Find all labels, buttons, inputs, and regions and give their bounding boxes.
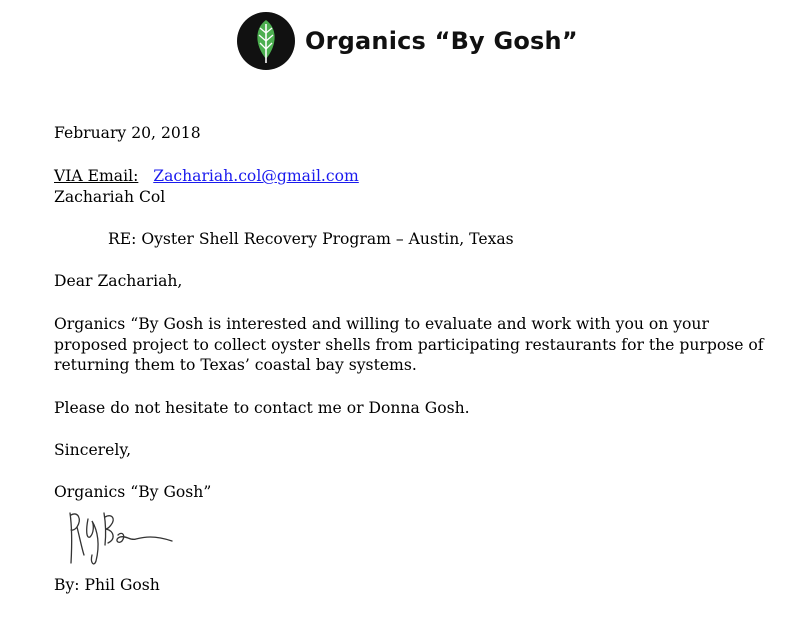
company-signoff: Organics “By Gosh”: [54, 483, 212, 501]
via-email-line: VIA Email: Zachariah.col@gmail.com: [54, 166, 359, 186]
email-link[interactable]: Zachariah.col@gmail.com: [153, 167, 359, 185]
contact-line: Please do not hesitate to contact me or …: [54, 399, 470, 417]
recipient-name: Zachariah Col: [54, 188, 166, 206]
letter-page: Organics “By Gosh” February 20, 2018 VIA…: [0, 0, 806, 618]
letterhead: Organics “By Gosh”: [236, 11, 578, 71]
company-name: Organics “By Gosh”: [305, 27, 578, 55]
salutation: Dear Zachariah,: [54, 272, 183, 290]
handwritten-signature: [69, 512, 173, 565]
closing: Sincerely,: [54, 441, 132, 459]
leaf-icon: [237, 12, 295, 70]
body-paragraph: Organics “By Gosh is interested and will…: [54, 315, 764, 374]
subject-line: RE: Oyster Shell Recovery Program – Aust…: [108, 230, 514, 248]
letter-date: February 20, 2018: [54, 124, 201, 142]
byline: By: Phil Gosh: [54, 576, 160, 594]
via-email-label: VIA Email:: [54, 167, 139, 185]
